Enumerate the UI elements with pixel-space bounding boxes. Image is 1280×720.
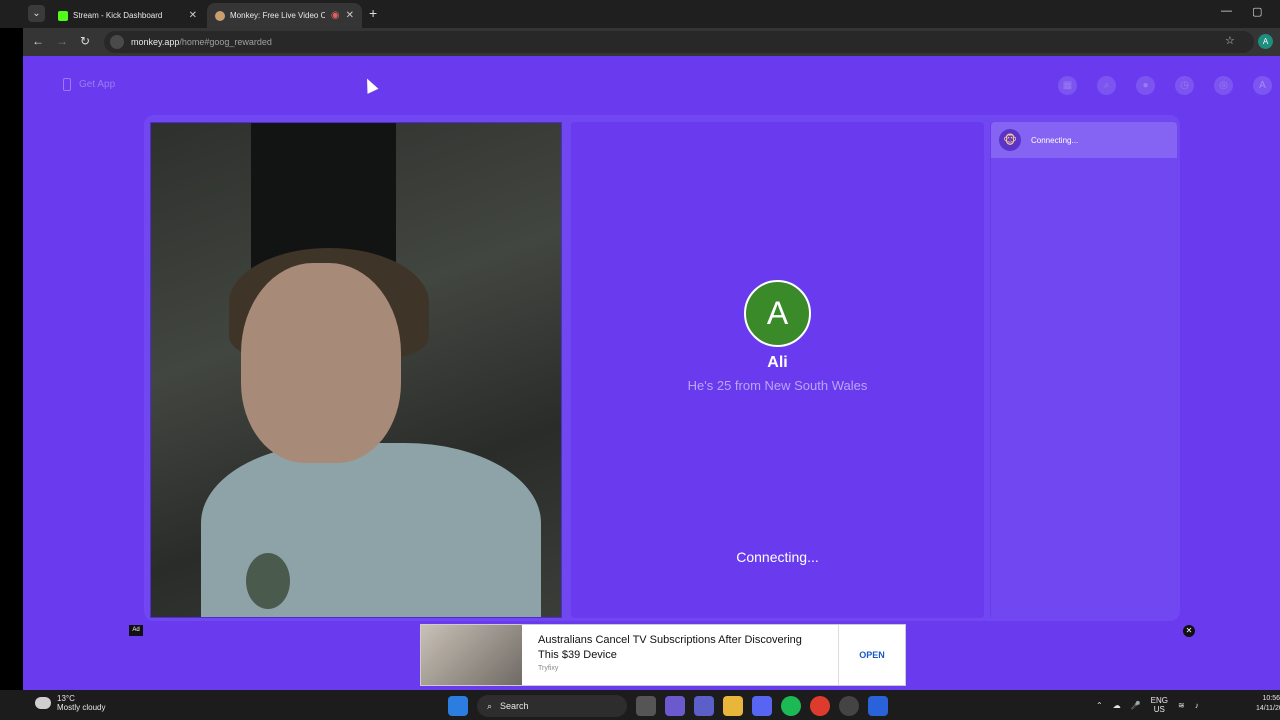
- task-view-icon[interactable]: [636, 696, 656, 716]
- cloud-icon: [35, 697, 51, 709]
- left-margin: [0, 28, 23, 690]
- peer-subtitle: He's 25 from New South Wales: [687, 378, 868, 393]
- back-icon[interactable]: ←: [32, 34, 44, 48]
- date: 14/11/20: [1256, 705, 1280, 712]
- forward-icon[interactable]: →: [56, 34, 68, 48]
- monkey-icon: 🐵: [999, 129, 1021, 151]
- chat-icon[interactable]: ◎: [1214, 76, 1233, 95]
- bookmark-star-icon[interactable]: ☆: [1225, 34, 1235, 47]
- ad-label: Ad: [129, 625, 143, 636]
- banner-ad[interactable]: Australians Cancel TV Subscriptions Afte…: [420, 624, 906, 686]
- webcam-person: [241, 263, 401, 463]
- kick-icon: [58, 10, 68, 21]
- globe-avatar-icon[interactable]: ●: [1136, 76, 1155, 95]
- weather-text: Mostly cloudy: [57, 703, 106, 712]
- file-explorer-icon[interactable]: [723, 696, 743, 716]
- close-ad-icon[interactable]: ✕: [1183, 625, 1195, 637]
- get-app-button[interactable]: Get App: [63, 78, 115, 91]
- chat-status: Connecting...: [1031, 135, 1079, 145]
- phone-icon: [63, 78, 71, 91]
- ad-image[interactable]: [421, 625, 522, 685]
- store-icon[interactable]: ▦: [1058, 76, 1077, 95]
- tab-search-chevron-icon[interactable]: ⌄: [28, 5, 45, 22]
- teams-icon[interactable]: [694, 696, 714, 716]
- chat-status-row: 🐵 Connecting...: [991, 122, 1177, 158]
- tab-monkey[interactable]: Monkey: Free Live Video Ch ◉ ✕: [207, 3, 362, 28]
- roblox-icon[interactable]: [868, 696, 888, 716]
- maximize-icon[interactable]: ▢: [1252, 5, 1262, 18]
- mic-icon[interactable]: 🎤: [1131, 701, 1141, 710]
- start-icon[interactable]: [448, 696, 468, 716]
- local-webcam-video: [150, 122, 562, 618]
- monkey-page: Get App ▦ ⌕ ● ◷ ◎ A A Ali He's 25 from N…: [23, 56, 1280, 690]
- monkey-icon: [215, 10, 225, 21]
- obs-icon[interactable]: [839, 696, 859, 716]
- tab-kick-dashboard[interactable]: Stream - Kick Dashboard ✕: [50, 3, 205, 28]
- get-app-label: Get App: [79, 79, 116, 90]
- ad-body[interactable]: Australians Cancel TV Subscriptions Afte…: [522, 625, 839, 685]
- connecting-status: Connecting...: [736, 549, 819, 565]
- chrome-icon[interactable]: [810, 696, 830, 716]
- browser-toolbar: ← → ↻ monkey.app /home#goog_rewarded ☆ A: [23, 28, 1280, 56]
- recording-icon: ◉: [330, 10, 340, 21]
- search-icon: ⌕: [487, 700, 493, 711]
- ad-title[interactable]: Australians Cancel TV Subscriptions Afte…: [538, 633, 822, 663]
- onedrive-icon[interactable]: ☁: [1113, 701, 1121, 710]
- chat-panel: 🐵 Connecting...: [990, 122, 1177, 618]
- lang-line1: ENG: [1150, 696, 1169, 705]
- screen: ⌄ Stream - Kick Dashboard ✕ Monkey: Free…: [0, 0, 1280, 720]
- ad-source: Tryfixy: [538, 665, 559, 672]
- peer-avatar: A: [744, 280, 811, 347]
- address-bar[interactable]: monkey.app /home#goog_rewarded: [104, 31, 1254, 53]
- windows-taskbar: 13°C Mostly cloudy ⌕ Search ⌃ ☁ 🎤 ENG US…: [0, 690, 1280, 720]
- system-tray: ⌃ ☁ 🎤 ENG US ≋ ♪: [1096, 696, 1199, 714]
- reload-icon[interactable]: ↻: [80, 34, 90, 48]
- tab-title: Monkey: Free Live Video Ch: [230, 11, 325, 20]
- volume-icon[interactable]: ♪: [1195, 701, 1199, 710]
- lang-line2: US: [1153, 705, 1165, 714]
- temperature: 13°C: [57, 694, 75, 703]
- time: 10:56: [1262, 695, 1280, 702]
- search-icon[interactable]: ⌕: [1097, 76, 1116, 95]
- close-tab-icon[interactable]: ✕: [189, 10, 197, 21]
- spotify-icon[interactable]: [781, 696, 801, 716]
- copilot-icon[interactable]: [665, 696, 685, 716]
- taskbar-search-label: Search: [500, 701, 529, 711]
- url-path: /home#goog_rewarded: [179, 37, 272, 47]
- user-avatar[interactable]: A: [1253, 76, 1272, 95]
- history-icon[interactable]: ◷: [1175, 76, 1194, 95]
- minimize-icon[interactable]: —: [1221, 5, 1232, 17]
- clock[interactable]: 10:56 14/11/20: [1256, 694, 1280, 714]
- ad-open-button[interactable]: OPEN: [839, 625, 905, 685]
- remote-peer-panel: A Ali He's 25 from New South Wales Conne…: [571, 122, 984, 618]
- weather-widget[interactable]: 13°C Mostly cloudy: [35, 694, 105, 712]
- url-host: monkey.app: [131, 37, 180, 47]
- top-nav-icons: ▦ ⌕ ● ◷ ◎ A: [1058, 76, 1272, 95]
- taskbar-apps: ⌕ Search: [448, 695, 888, 717]
- tab-strip: ⌄ Stream - Kick Dashboard ✕ Monkey: Free…: [0, 0, 1280, 28]
- site-info-icon[interactable]: [110, 35, 124, 49]
- tab-title: Stream - Kick Dashboard: [73, 11, 163, 20]
- close-tab-icon[interactable]: ✕: [346, 10, 354, 21]
- mouse-cursor: [361, 76, 379, 94]
- chevron-up-icon[interactable]: ⌃: [1096, 701, 1103, 710]
- new-tab-icon[interactable]: +: [369, 5, 377, 21]
- taskbar-search[interactable]: ⌕ Search: [477, 695, 627, 717]
- discord-icon[interactable]: [752, 696, 772, 716]
- video-chat-stage: A Ali He's 25 from New South Wales Conne…: [144, 115, 1180, 621]
- browser-profile-avatar[interactable]: A: [1258, 34, 1273, 49]
- wifi-icon[interactable]: ≋: [1178, 701, 1185, 710]
- peer-name: Ali: [767, 354, 788, 371]
